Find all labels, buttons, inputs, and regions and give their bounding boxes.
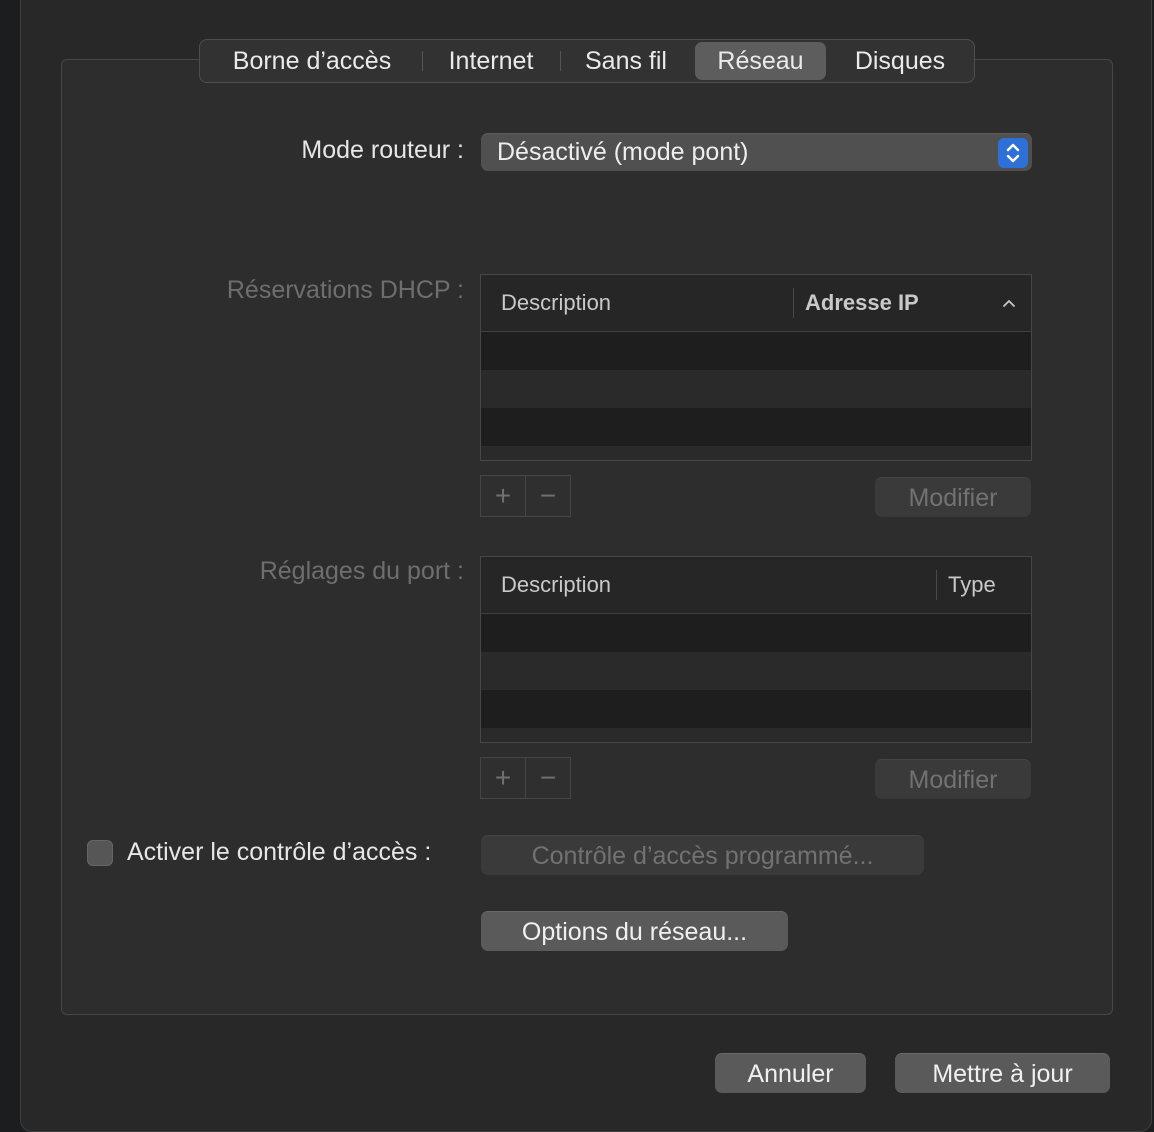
tab-separator [560, 51, 561, 71]
table-row[interactable] [481, 446, 1031, 460]
port-settings-table[interactable]: Description Type [480, 556, 1032, 743]
port-settings-label: Réglages du port : [259, 557, 464, 585]
router-mode-value: Désactivé (mode pont) [497, 138, 749, 166]
port-remove-button[interactable]: − [526, 758, 570, 798]
dhcp-remove-button[interactable]: − [526, 476, 570, 516]
table-row[interactable] [481, 614, 1031, 652]
tab-separator [422, 51, 423, 71]
table-row[interactable] [481, 690, 1031, 728]
port-add-remove: + − [480, 757, 571, 799]
tab-wireless[interactable]: Sans fil [564, 42, 688, 80]
access-control-checkbox[interactable] [87, 840, 113, 866]
dhcp-modify-button[interactable]: Modifier [875, 477, 1031, 517]
update-button[interactable]: Mettre à jour [895, 1053, 1110, 1093]
table-row[interactable] [481, 728, 1031, 742]
router-mode-label: Mode routeur : [301, 136, 464, 164]
scheduled-access-control-button[interactable]: Contrôle d’accès programmé... [481, 835, 924, 875]
port-modify-button[interactable]: Modifier [875, 759, 1031, 799]
table-header: Description Adresse IP [481, 275, 1031, 332]
tab-network[interactable]: Réseau [695, 42, 826, 80]
port-add-button[interactable]: + [481, 758, 525, 798]
chevron-up-icon [1001, 295, 1017, 316]
table-row[interactable] [481, 408, 1031, 446]
dhcp-add-button[interactable]: + [481, 476, 525, 516]
dhcp-add-remove: + − [480, 475, 571, 517]
tab-disks[interactable]: Disques [832, 42, 968, 80]
column-separator [793, 288, 794, 318]
cancel-button[interactable]: Annuler [715, 1053, 866, 1093]
column-ip-address[interactable]: Adresse IP [805, 275, 919, 331]
dhcp-reservations-label: Réservations DHCP : [226, 276, 464, 304]
tab-bar: Borne d’accès Internet Sans fil Réseau D… [199, 39, 975, 83]
router-mode-select[interactable]: Désactivé (mode pont) [481, 133, 1032, 171]
dhcp-reservations-table[interactable]: Description Adresse IP [480, 274, 1032, 461]
network-options-button[interactable]: Options du réseau... [481, 911, 788, 951]
table-row[interactable] [481, 332, 1031, 370]
table-row[interactable] [481, 652, 1031, 690]
table-header: Description Type [481, 557, 1031, 614]
airport-settings-window: Borne d’accès Internet Sans fil Réseau D… [20, 0, 1152, 1132]
tab-base-station[interactable]: Borne d’accès [206, 42, 418, 80]
column-description[interactable]: Description [501, 557, 611, 613]
table-row[interactable] [481, 370, 1031, 408]
column-type[interactable]: Type [948, 557, 996, 613]
column-separator [936, 570, 937, 600]
access-control-label: Activer le contrôle d’accès : [127, 838, 432, 866]
column-description[interactable]: Description [501, 275, 611, 331]
tab-internet[interactable]: Internet [426, 42, 556, 80]
updown-chevron-icon [998, 138, 1028, 168]
